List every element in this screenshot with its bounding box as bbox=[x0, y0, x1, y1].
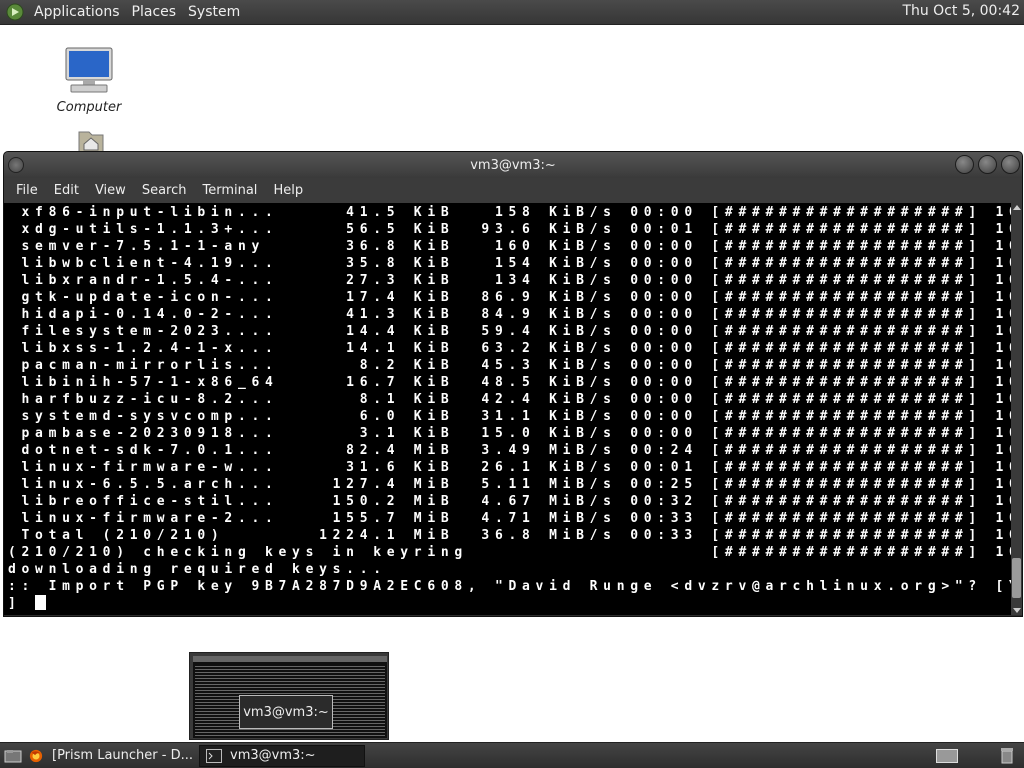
taskbar-item-terminal[interactable]: vm3@vm3:~ bbox=[199, 744, 365, 767]
terminal-line: libxss-1.2.4-1-x... 14.1 KiB 63.2 KiB/s … bbox=[8, 341, 1023, 356]
window-title: vm3@vm3:~ bbox=[470, 157, 556, 173]
terminal-line: linux-firmware-2... 155.7 MiB 4.71 MiB/s… bbox=[8, 511, 1023, 526]
terminal-output[interactable]: xf86-input-libin... 41.5 KiB 158 KiB/s 0… bbox=[4, 203, 1022, 615]
scroll-down-icon[interactable] bbox=[1013, 608, 1021, 613]
terminal-line: gtk-update-icon-... 17.4 KiB 86.9 KiB/s … bbox=[8, 290, 1023, 305]
terminal-line: dotnet-sdk-7.0.1... 82.4 MiB 3.49 MiB/s … bbox=[8, 443, 1023, 458]
home-folder-icon bbox=[78, 131, 104, 153]
menu-file[interactable]: File bbox=[8, 183, 46, 198]
taskbar-item-prism[interactable]: [Prism Launcher - D... bbox=[28, 745, 197, 767]
window-menu-icon[interactable] bbox=[8, 157, 24, 173]
minimize-button[interactable] bbox=[955, 155, 974, 174]
desktop-icon-label: Computer bbox=[56, 100, 122, 115]
terminal-scrollbar[interactable] bbox=[1011, 203, 1022, 615]
places-menu[interactable]: Places bbox=[128, 4, 185, 20]
system-menu[interactable]: System bbox=[184, 4, 248, 20]
desktop-icon-computer[interactable]: Computer bbox=[49, 46, 129, 115]
menu-edit[interactable]: Edit bbox=[46, 183, 87, 198]
terminal-line: linux-6.5.5.arch... 127.4 MiB 5.11 MiB/s… bbox=[8, 477, 1023, 492]
top-panel: Applications Places System Thu Oct 5, 00… bbox=[0, 0, 1024, 25]
terminal-line: hidapi-0.14.0-2-... 41.3 KiB 84.9 KiB/s … bbox=[8, 307, 1023, 322]
terminal-icon bbox=[206, 748, 222, 763]
scrollbar-thumb[interactable] bbox=[1012, 558, 1021, 598]
taskbar-item-label: vm3@vm3:~ bbox=[230, 748, 316, 763]
menu-search[interactable]: Search bbox=[134, 183, 195, 198]
terminal-line: filesystem-2023.... 14.4 KiB 59.4 KiB/s … bbox=[8, 324, 1023, 339]
terminal-line: pambase-20230918... 3.1 KiB 15.0 KiB/s 0… bbox=[8, 426, 1023, 441]
terminal-line: pacman-mirrorlis... 8.2 KiB 45.3 KiB/s 0… bbox=[8, 358, 1023, 373]
text-cursor bbox=[35, 595, 47, 610]
terminal-line: :: Import PGP key 9B7A287D9A2EC608, "Dav… bbox=[8, 579, 1023, 594]
window-titlebar[interactable]: vm3@vm3:~ bbox=[4, 152, 1022, 178]
applications-menu[interactable]: Applications bbox=[30, 4, 128, 20]
terminal-menubar: File Edit View Search Terminal Help bbox=[4, 178, 1022, 203]
preview-tooltip: vm3@vm3:~ bbox=[239, 695, 333, 729]
maximize-button[interactable] bbox=[978, 155, 997, 174]
terminal-window[interactable]: vm3@vm3:~ File Edit View Search Terminal… bbox=[3, 151, 1023, 617]
taskbar-item-label: [Prism Launcher - D... bbox=[52, 748, 193, 763]
menu-help[interactable]: Help bbox=[265, 183, 311, 198]
terminal-line: Total (210/210) 1224.1 MiB 36.8 MiB/s 00… bbox=[8, 528, 1023, 543]
close-button[interactable] bbox=[1001, 155, 1020, 174]
window-preview[interactable]: vm3@vm3:~ bbox=[189, 652, 389, 740]
terminal-line: ] bbox=[8, 596, 36, 611]
show-desktop-button[interactable] bbox=[0, 745, 26, 767]
menu-terminal[interactable]: Terminal bbox=[194, 183, 265, 198]
terminal-line: systemd-sysvcomp... 6.0 KiB 31.1 KiB/s 0… bbox=[8, 409, 1023, 424]
trash-icon[interactable] bbox=[1000, 747, 1014, 764]
terminal-line: libreoffice-stil... 150.2 MiB 4.67 MiB/s… bbox=[8, 494, 1023, 509]
menu-view[interactable]: View bbox=[87, 183, 134, 198]
scroll-up-icon[interactable] bbox=[1013, 205, 1021, 210]
show-desktop-icon bbox=[4, 749, 22, 762]
workspace-switcher[interactable] bbox=[936, 749, 958, 763]
terminal-line: xdg-utils-1.1.3+... 56.5 KiB 93.6 KiB/s … bbox=[8, 222, 1023, 237]
distro-logo-icon[interactable] bbox=[4, 1, 26, 23]
terminal-line: harfbuzz-icu-8.2... 8.1 KiB 42.4 KiB/s 0… bbox=[8, 392, 1023, 407]
terminal-line: libinih-57-1-x86_64 16.7 KiB 48.5 KiB/s … bbox=[8, 375, 1023, 390]
terminal-line: semver-7.5.1-1-any 36.8 KiB 160 KiB/s 00… bbox=[8, 239, 1023, 254]
computer-icon bbox=[65, 47, 113, 93]
firefox-icon bbox=[29, 749, 43, 762]
clock[interactable]: Thu Oct 5, 00:42 bbox=[902, 3, 1020, 19]
terminal-line: downloading required keys... bbox=[8, 562, 387, 577]
terminal-line: (210/210) checking keys in keyring [####… bbox=[8, 545, 1023, 560]
bottom-panel: [Prism Launcher - D... vm3@vm3:~ bbox=[0, 742, 1024, 768]
terminal-line: libxrandr-1.5.4-... 27.3 KiB 134 KiB/s 0… bbox=[8, 273, 1023, 288]
terminal-line: linux-firmware-w... 31.6 KiB 26.1 KiB/s … bbox=[8, 460, 1023, 475]
terminal-prompt-line: ] bbox=[8, 595, 47, 612]
terminal-line: libwbclient-4.19... 35.8 KiB 154 KiB/s 0… bbox=[8, 256, 1023, 271]
terminal-line: xf86-input-libin... 41.5 KiB 158 KiB/s 0… bbox=[8, 205, 1023, 220]
